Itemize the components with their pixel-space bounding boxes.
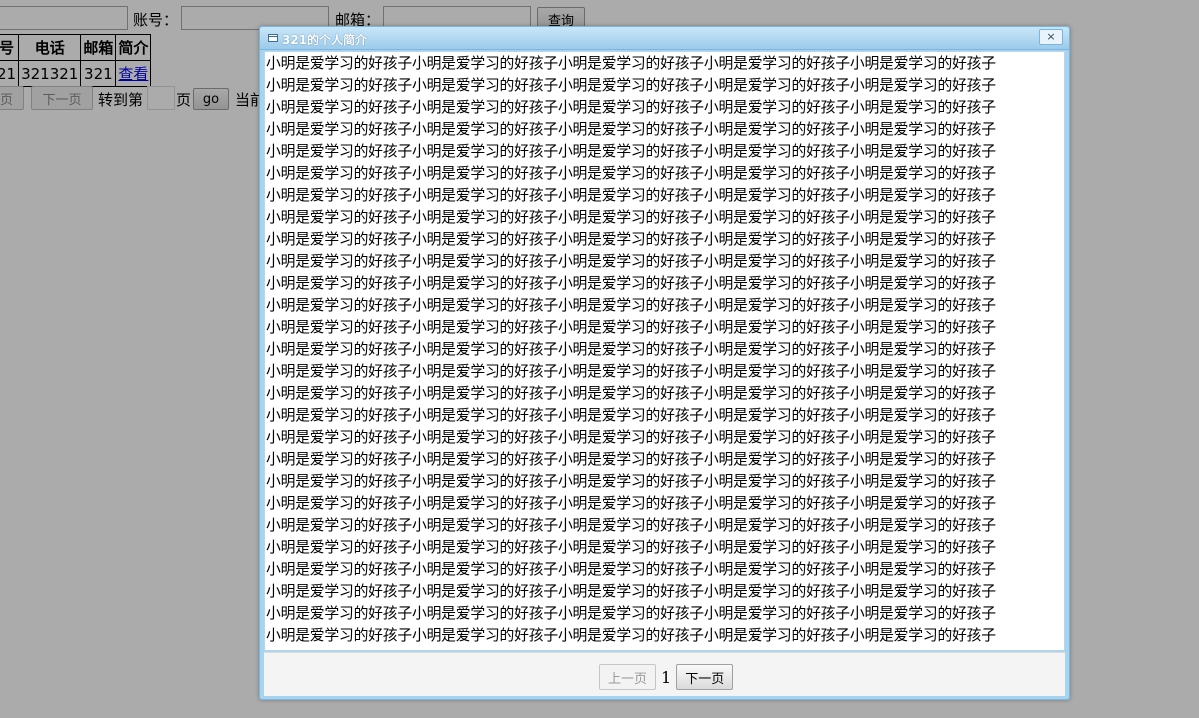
intro-line: 小明是爱学习的好孩子小明是爱学习的好孩子小明是爱学习的好孩子小明是爱学习的好孩子… <box>266 77 996 94</box>
close-icon[interactable]: × <box>1039 29 1063 45</box>
dialog-prev-page-button[interactable]: 上一页 <box>599 664 657 690</box>
dialog-next-page-button[interactable]: 下一页 <box>676 664 734 690</box>
dialog-body[interactable]: 小明是爱学习的好孩子小明是爱学习的好孩子小明是爱学习的好孩子小明是爱学习的好孩子… <box>264 51 1065 651</box>
intro-content: 小明是爱学习的好孩子小明是爱学习的好孩子小明是爱学习的好孩子小明是爱学习的好孩子… <box>265 52 1064 647</box>
intro-line: 小明是爱学习的好孩子小明是爱学习的好孩子小明是爱学习的好孩子小明是爱学习的好孩子… <box>266 121 996 138</box>
dialog-footer: 上一页 1 下一页 <box>264 652 1065 696</box>
intro-line: 小明是爱学习的好孩子小明是爱学习的好孩子小明是爱学习的好孩子小明是爱学习的好孩子… <box>266 495 996 512</box>
intro-line: 小明是爱学习的好孩子小明是爱学习的好孩子小明是爱学习的好孩子小明是爱学习的好孩子… <box>266 209 996 226</box>
intro-line: 小明是爱学习的好孩子小明是爱学习的好孩子小明是爱学习的好孩子小明是爱学习的好孩子… <box>266 605 996 622</box>
intro-line: 小明是爱学习的好孩子小明是爱学习的好孩子小明是爱学习的好孩子小明是爱学习的好孩子… <box>266 583 996 600</box>
intro-line: 小明是爱学习的好孩子小明是爱学习的好孩子小明是爱学习的好孩子小明是爱学习的好孩子… <box>266 55 996 72</box>
intro-line: 小明是爱学习的好孩子小明是爱学习的好孩子小明是爱学习的好孩子小明是爱学习的好孩子… <box>266 99 996 116</box>
dialog-title: 321的个人简介 <box>282 33 368 47</box>
intro-line: 小明是爱学习的好孩子小明是爱学习的好孩子小明是爱学习的好孩子小明是爱学习的好孩子… <box>266 385 996 402</box>
intro-line: 小明是爱学习的好孩子小明是爱学习的好孩子小明是爱学习的好孩子小明是爱学习的好孩子… <box>266 473 996 490</box>
intro-line: 小明是爱学习的好孩子小明是爱学习的好孩子小明是爱学习的好孩子小明是爱学习的好孩子… <box>266 539 996 556</box>
intro-line: 小明是爱学习的好孩子小明是爱学习的好孩子小明是爱学习的好孩子小明是爱学习的好孩子… <box>266 517 996 534</box>
dialog-pager: 上一页 1 下一页 <box>599 664 734 690</box>
intro-line: 小明是爱学习的好孩子小明是爱学习的好孩子小明是爱学习的好孩子小明是爱学习的好孩子… <box>266 187 996 204</box>
dialog-page-number: 1 <box>661 667 672 687</box>
intro-line: 小明是爱学习的好孩子小明是爱学习的好孩子小明是爱学习的好孩子小明是爱学习的好孩子… <box>266 319 996 336</box>
intro-line: 小明是爱学习的好孩子小明是爱学习的好孩子小明是爱学习的好孩子小明是爱学习的好孩子… <box>266 231 996 248</box>
intro-line: 小明是爱学习的好孩子小明是爱学习的好孩子小明是爱学习的好孩子小明是爱学习的好孩子… <box>266 429 996 446</box>
intro-dialog: 321的个人简介 × 小明是爱学习的好孩子小明是爱学习的好孩子小明是爱学习的好孩… <box>259 26 1070 700</box>
intro-line: 小明是爱学习的好孩子小明是爱学习的好孩子小明是爱学习的好孩子小明是爱学习的好孩子… <box>266 407 996 424</box>
intro-line: 小明是爱学习的好孩子小明是爱学习的好孩子小明是爱学习的好孩子小明是爱学习的好孩子… <box>266 297 996 314</box>
window-icon <box>268 34 278 42</box>
intro-line: 小明是爱学习的好孩子小明是爱学习的好孩子小明是爱学习的好孩子小明是爱学习的好孩子… <box>266 275 996 292</box>
dialog-titlebar[interactable]: 321的个人简介 × <box>260 27 1069 50</box>
intro-line: 小明是爱学习的好孩子小明是爱学习的好孩子小明是爱学习的好孩子小明是爱学习的好孩子… <box>266 451 996 468</box>
intro-line: 小明是爱学习的好孩子小明是爱学习的好孩子小明是爱学习的好孩子小明是爱学习的好孩子… <box>266 363 996 380</box>
intro-line: 小明是爱学习的好孩子小明是爱学习的好孩子小明是爱学习的好孩子小明是爱学习的好孩子… <box>266 341 996 358</box>
intro-line: 小明是爱学习的好孩子小明是爱学习的好孩子小明是爱学习的好孩子小明是爱学习的好孩子… <box>266 143 996 160</box>
intro-line: 小明是爱学习的好孩子小明是爱学习的好孩子小明是爱学习的好孩子小明是爱学习的好孩子… <box>266 165 996 182</box>
intro-line: 小明是爱学习的好孩子小明是爱学习的好孩子小明是爱学习的好孩子小明是爱学习的好孩子… <box>266 561 996 578</box>
intro-line: 小明是爱学习的好孩子小明是爱学习的好孩子小明是爱学习的好孩子小明是爱学习的好孩子… <box>266 627 996 644</box>
intro-line: 小明是爱学习的好孩子小明是爱学习的好孩子小明是爱学习的好孩子小明是爱学习的好孩子… <box>266 253 996 270</box>
